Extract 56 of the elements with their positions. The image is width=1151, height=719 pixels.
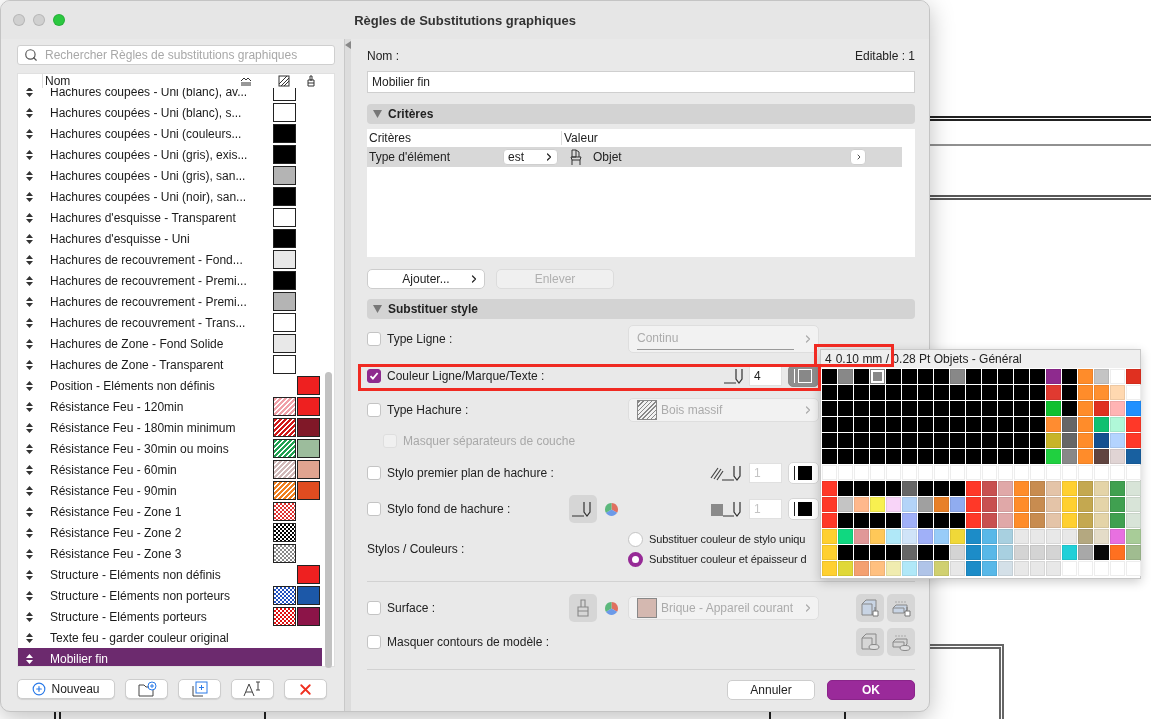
new-button[interactable]: Nouveau: [17, 679, 115, 699]
rule-list-item[interactable]: Résistance Feu - 60min: [18, 459, 322, 480]
option-label: Stylo premier plan de hachure :: [387, 466, 554, 480]
rule-list-item[interactable]: Résistance Feu - Zone 3: [18, 543, 322, 564]
rule-list-item[interactable]: Hachures d'esquisse - Uni: [18, 228, 322, 249]
operator-popup[interactable]: est: [503, 148, 558, 165]
rule-list-item[interactable]: Structure - Eléments porteurs: [18, 606, 322, 627]
rule-list-item[interactable]: Hachures coupées - Uni (blanc), s...: [18, 102, 322, 123]
rule-list-item[interactable]: Hachures de recouvrement - Premi...: [18, 270, 322, 291]
radio-option[interactable]: Substituer couleur et épaisseur d: [628, 551, 915, 567]
rule-list-item[interactable]: Résistance Feu - Zone 1: [18, 501, 322, 522]
rule-list-item[interactable]: Hachures coupées - Uni (noir), san...: [18, 186, 322, 207]
option-label: Surface :: [387, 601, 436, 615]
rule-list-item[interactable]: Hachures de Zone - Fond Solide: [18, 333, 322, 354]
option-label: Stylo fond de hachure :: [387, 502, 511, 516]
name-field[interactable]: Mobilier fin: [367, 70, 915, 93]
ok-button[interactable]: OK: [827, 680, 915, 700]
add-criterion-button[interactable]: Ajouter...: [367, 269, 485, 289]
column-header: Valeur: [561, 130, 915, 145]
rule-list-item[interactable]: Hachures de recouvrement - Fond...: [18, 249, 322, 270]
rule-list-item[interactable]: Hachures de recouvrement - Trans...: [18, 312, 322, 333]
column-header: Critères: [368, 130, 412, 145]
rule-list-item[interactable]: Texte feu - garder couleur original: [18, 627, 322, 648]
pen-number-field[interactable]: 4: [749, 366, 782, 386]
rule-list-item[interactable]: Position - Eléments non définis: [18, 375, 322, 396]
column-header: Nom: [42, 74, 240, 88]
editable-count: Editable : 1: [854, 48, 915, 63]
rule-list-item[interactable]: Résistance Feu - 90min: [18, 480, 322, 501]
name-label: Nom :: [367, 48, 399, 63]
rule-list-item[interactable]: Structure - Eléments non porteurs: [18, 585, 322, 606]
criteria-row[interactable]: Type d'élément est Objet: [367, 146, 902, 167]
cancel-button[interactable]: Annuler: [727, 680, 815, 700]
rule-list-item[interactable]: Hachures coupées - Uni (gris), san...: [18, 165, 322, 186]
option-label: Type Ligne :: [387, 332, 453, 346]
rule-list-item[interactable]: Hachures d'esquisse - Transparent: [18, 207, 322, 228]
criteria-section-header[interactable]: Critères: [367, 103, 915, 124]
palette-caption: 4: [825, 352, 832, 366]
search-field[interactable]: Rechercher Règles de substitutions graphiques: [17, 45, 335, 65]
rule-list-item[interactable]: Résistance Feu - Zone 2: [18, 522, 322, 543]
option-label: Couleur Ligne/Marque/Texte :: [387, 369, 545, 383]
rule-list-item[interactable]: Hachures de recouvrement - Premi...: [18, 291, 322, 312]
option-label: Masquer séparateurs de couche: [403, 434, 576, 448]
rule-list-item[interactable]: Hachures de Zone - Transparent: [18, 354, 322, 375]
rule-list-item[interactable]: Hachures coupées - Uni (gris), exis...: [18, 144, 322, 165]
rule-list-item[interactable]: Mobilier fin: [18, 648, 322, 666]
rule-list-item[interactable]: Résistance Feu - 180min minimum: [18, 417, 322, 438]
option-label: Stylos / Couleurs :: [367, 542, 465, 556]
style-section-header[interactable]: Substituer style: [367, 299, 915, 319]
rule-list-item[interactable]: Résistance Feu - 120min: [18, 396, 322, 417]
radio-option[interactable]: Substituer couleur de stylo uniqu: [628, 531, 915, 547]
window-title: Règles de Substitutions graphiques: [354, 12, 576, 28]
option-label: Type Hachure :: [387, 403, 469, 417]
rule-list-item[interactable]: Hachures coupées - Uni (couleurs...: [18, 123, 322, 144]
option-label: Masquer contours de modèle :: [387, 635, 550, 649]
rule-list-item[interactable]: Structure - Eléments non définis: [18, 564, 322, 585]
rule-list-item[interactable]: Résistance Feu - 30min ou moins: [18, 438, 322, 459]
